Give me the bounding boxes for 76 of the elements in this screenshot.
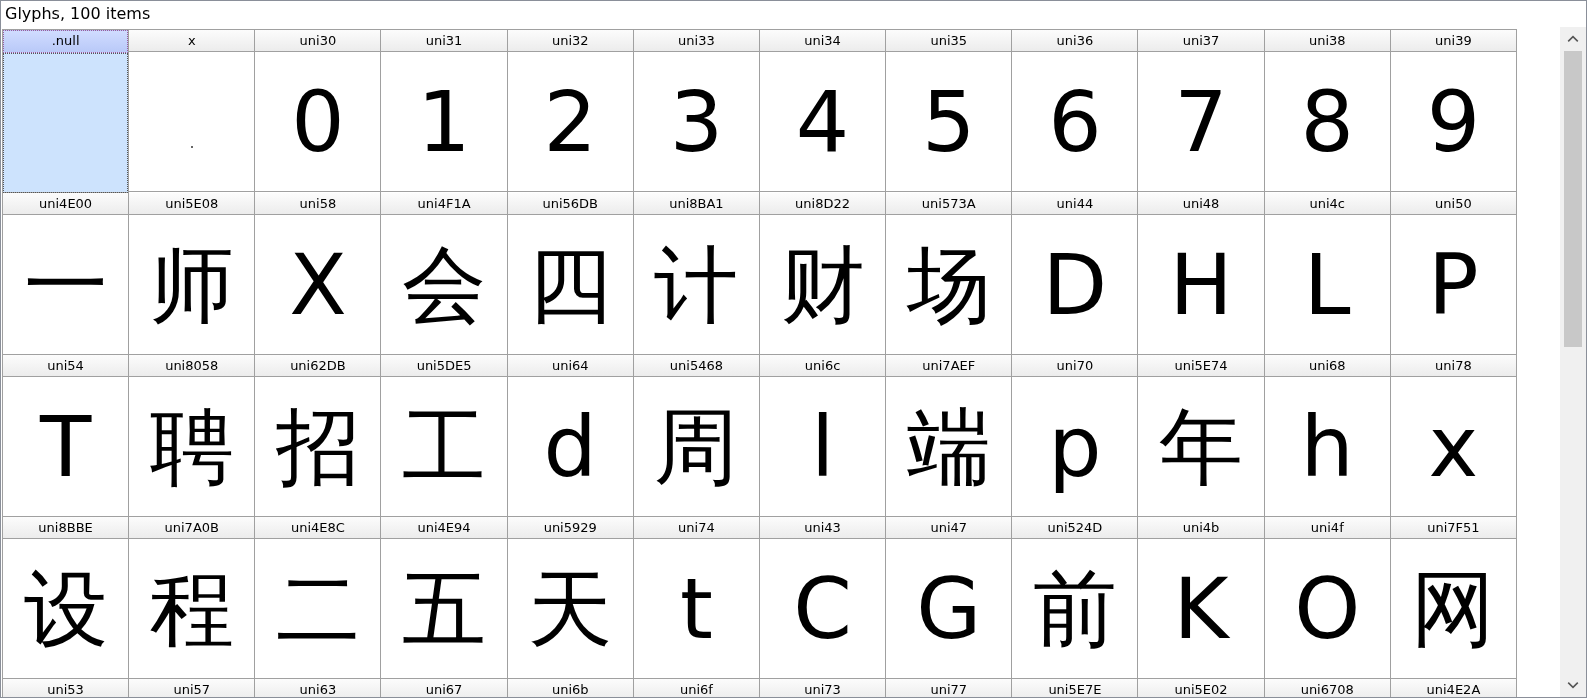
glyph-name-header[interactable]: uni63 xyxy=(255,679,381,697)
glyph-name-header[interactable]: uni53 xyxy=(3,679,129,697)
glyph-name-header[interactable]: uni573A xyxy=(886,193,1012,215)
glyph-cell[interactable]: 6 xyxy=(1012,52,1138,192)
glyph-name-header[interactable]: uni68 xyxy=(1264,355,1390,377)
glyph-cell[interactable]: 2 xyxy=(507,52,633,192)
glyph-name-header[interactable]: uni4F1A xyxy=(381,193,507,215)
glyph-name-header[interactable]: uni5DE5 xyxy=(381,355,507,377)
glyph-name-header[interactable]: uni524D xyxy=(1012,517,1138,539)
glyph-name-header[interactable]: uni5929 xyxy=(507,517,633,539)
glyph-cell[interactable]: 9 xyxy=(1390,52,1516,192)
glyph-name-header[interactable]: uni62DB xyxy=(255,355,381,377)
glyph-cell[interactable]: 3 xyxy=(633,52,759,192)
glyph-name-header[interactable]: uni8D22 xyxy=(760,193,886,215)
glyph-name-header[interactable]: uni7A0B xyxy=(129,517,255,539)
glyph-name-header[interactable]: uni37 xyxy=(1138,30,1264,52)
glyph-name-header[interactable]: uni44 xyxy=(1012,193,1138,215)
glyph-name-header[interactable]: uni4E00 xyxy=(3,193,129,215)
glyph-cell[interactable]: 1 xyxy=(381,52,507,192)
glyph-name-header[interactable]: uni32 xyxy=(507,30,633,52)
glyph-name-header[interactable]: uni56DB xyxy=(507,193,633,215)
glyph-name-header[interactable]: uni33 xyxy=(633,30,759,52)
glyph-name-header[interactable]: uni34 xyxy=(760,30,886,52)
scrollbar[interactable] xyxy=(1560,27,1586,697)
glyph-name-header[interactable]: uni4b xyxy=(1138,517,1264,539)
glyph-name-header[interactable]: uni77 xyxy=(886,679,1012,697)
glyph-name-header[interactable]: uni5E7E xyxy=(1012,679,1138,697)
scroll-down-icon[interactable] xyxy=(1567,681,1579,689)
glyph-name-header[interactable]: uni78 xyxy=(1390,355,1516,377)
glyph-name-header[interactable]: uni8058 xyxy=(129,355,255,377)
glyph-cell[interactable]: 4 xyxy=(760,52,886,192)
glyph-name-header[interactable]: uni47 xyxy=(886,517,1012,539)
glyph-name-header[interactable]: .null xyxy=(3,30,129,53)
glyph-cell[interactable] xyxy=(3,53,129,193)
glyph-cell[interactable]: 7 xyxy=(1138,52,1264,192)
glyph-name-header[interactable]: uni6708 xyxy=(1264,679,1390,697)
glyph-name-header[interactable]: uni36 xyxy=(1012,30,1138,52)
glyph-cell[interactable]: 8 xyxy=(1264,52,1390,192)
glyph-name-header[interactable]: uni54 xyxy=(3,355,129,377)
glyph-name-header[interactable]: uni4f xyxy=(1264,517,1390,539)
glyph-name-header[interactable]: uni30 xyxy=(255,30,381,52)
glyph-name-header[interactable]: uni35 xyxy=(886,30,1012,52)
glyph-name-header[interactable]: x xyxy=(129,30,255,52)
glyph-name-header[interactable]: uni5E74 xyxy=(1138,355,1264,377)
glyph-cell[interactable]: 5 xyxy=(886,52,1012,192)
glyph-cell[interactable]: 0 xyxy=(255,52,381,192)
glyph-name-header[interactable]: uni6f xyxy=(633,679,759,697)
scroll-up-icon[interactable] xyxy=(1567,35,1579,43)
glyph-name-header[interactable]: uni48 xyxy=(1138,193,1264,215)
glyph-name-header[interactable]: uni4E2A xyxy=(1390,679,1516,697)
scrollbar-thumb[interactable] xyxy=(1564,51,1582,347)
glyph-count-title: Glyphs, 100 items xyxy=(4,3,152,25)
glyph-name-header[interactable]: uni64 xyxy=(507,355,633,377)
glyph-name-header[interactable]: uni31 xyxy=(381,30,507,52)
glyph-name-header[interactable]: uni5E08 xyxy=(129,193,255,215)
glyph-name-header[interactable]: uni7AEF xyxy=(886,355,1012,377)
glyph-name-header[interactable]: uni58 xyxy=(255,193,381,215)
glyph-name-header[interactable]: uni39 xyxy=(1390,30,1516,52)
glyph-name-header[interactable]: uni50 xyxy=(1390,193,1516,215)
glyph-name-header[interactable]: uni6c xyxy=(760,355,886,377)
glyph-name-header[interactable]: uni4E8C xyxy=(255,517,381,539)
glyph-name-header[interactable]: uni4E94 xyxy=(381,517,507,539)
glyph-name-header[interactable]: uni7F51 xyxy=(1390,517,1516,539)
glyph-name-header[interactable]: uni43 xyxy=(760,517,886,539)
glyph-name-header[interactable]: uni5E02 xyxy=(1138,679,1264,697)
glyph-name-header[interactable]: uni67 xyxy=(381,679,507,697)
glyph-name-header[interactable]: uni6b xyxy=(507,679,633,697)
glyph-name-header[interactable]: uni4c xyxy=(1264,193,1390,215)
glyph-name-header[interactable]: uni5468 xyxy=(633,355,759,377)
glyph-name-header[interactable]: uni74 xyxy=(633,517,759,539)
glyph-name-header[interactable]: uni70 xyxy=(1012,355,1138,377)
glyph-name-header[interactable]: uni8BBE xyxy=(3,517,129,539)
glyph-name-header[interactable]: uni8BA1 xyxy=(633,193,759,215)
glyph-name-header[interactable]: uni73 xyxy=(760,679,886,697)
glyph-name-header[interactable]: uni38 xyxy=(1264,30,1390,52)
glyph-name-header[interactable]: uni57 xyxy=(129,679,255,697)
